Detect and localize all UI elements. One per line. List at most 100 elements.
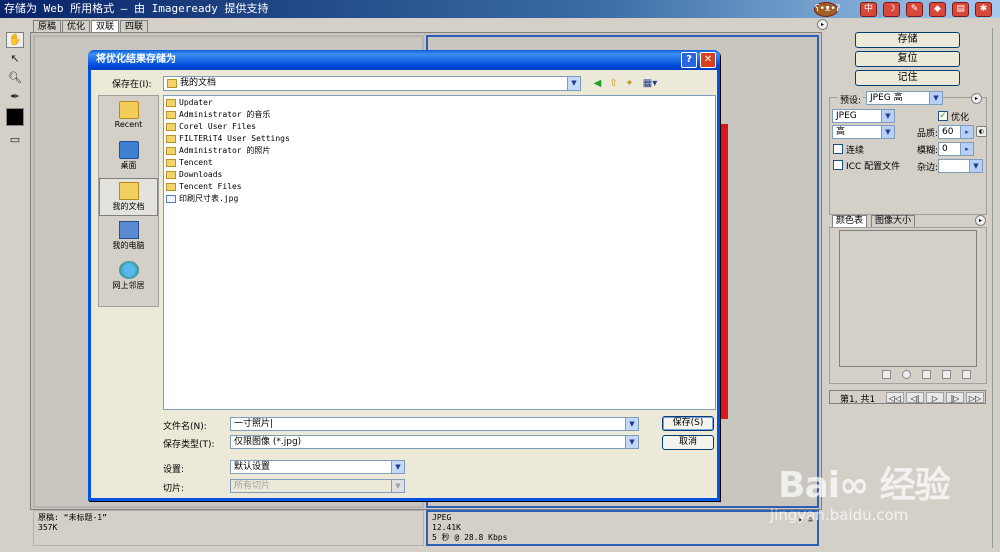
dialog-title-bar: 将优化结果存储为 ? ✕ (88, 50, 720, 70)
file-name: Downloads (179, 170, 223, 179)
file-name: Updater (179, 98, 213, 107)
network-globe-icon (118, 261, 139, 279)
icc-profile-checkbox[interactable] (833, 160, 843, 170)
list-item[interactable]: 印刷尺寸表.jpg (166, 193, 238, 205)
color-table-menu-icon[interactable]: ▸ (975, 215, 986, 226)
tool-palette: ✋ ↖ 🔍︎ ✒ ▭ (6, 32, 26, 151)
bear-button-3[interactable]: ✎ (906, 2, 923, 17)
bear-button-1[interactable]: 中 (860, 2, 877, 17)
list-item[interactable]: FILTERiT4 User Settings (166, 133, 290, 145)
quality-value: 60 (942, 127, 954, 137)
side-strip (992, 28, 1000, 548)
delete-color-icon[interactable] (962, 370, 971, 379)
place-desktop[interactable]: 桌面 (99, 138, 158, 176)
chevron-down-icon: ▼ (881, 110, 894, 122)
places-bar: Recent 桌面 我的文档 我的电脑 网上邻居 (98, 95, 159, 307)
progressive-label: 连续 (846, 146, 865, 156)
matte-select[interactable]: ▼ (938, 159, 983, 173)
list-item[interactable]: Tencent (166, 157, 213, 169)
place-network[interactable]: 网上邻居 (99, 258, 158, 296)
file-name: Tencent (179, 158, 213, 167)
folder-icon (166, 171, 176, 179)
lock-color-icon[interactable] (922, 370, 931, 379)
web-shift-icon[interactable] (902, 370, 911, 379)
save-in-select[interactable]: 我的文档 ▼ (163, 76, 581, 91)
help-icon[interactable]: ? (681, 52, 697, 68)
tab-color-table[interactable]: 颜色表 (832, 215, 868, 227)
format-select[interactable]: JPEG ▼ (832, 109, 895, 123)
first-frame-button[interactable]: ◁◁ (886, 392, 904, 403)
save-optimized-dialog: 将优化结果存储为 ? ✕ 保存在(I): 我的文档 ▼ ◀ ⇧ ✦ ▦▾ Rec… (88, 50, 720, 501)
list-item[interactable]: Administrator 的音乐 (166, 109, 270, 121)
filetype-select[interactable]: 仅限图像 (*.jpg) ▼ (230, 435, 639, 449)
bear-button-6[interactable]: ✱ (975, 2, 992, 17)
chevron-right-icon: ▸ (960, 126, 973, 138)
quality-preset-select[interactable]: 高 ▼ (832, 125, 895, 139)
list-item[interactable]: Corel User Files (166, 121, 256, 133)
optimized-info: JPEG 12.41K 5 秒 @ 28.8 Kbps ▸ ≡ (426, 510, 819, 546)
tab-image-size[interactable]: 图像大小 (871, 215, 916, 227)
list-item[interactable]: Administrator 的照片 (166, 145, 270, 157)
remember-button[interactable]: 记住 (855, 70, 960, 86)
up-folder-icon[interactable]: ⇧ (607, 77, 620, 90)
preset-select[interactable]: JPEG 高 ▼ (866, 91, 943, 105)
back-icon[interactable]: ◀ (591, 77, 604, 90)
list-item[interactable]: Tencent Files (166, 181, 242, 193)
folder-icon (166, 111, 176, 119)
play-button[interactable]: ▷ (926, 392, 944, 403)
zoom-tool-icon[interactable]: 🔍︎ (6, 70, 24, 86)
chevron-down-icon: ▼ (969, 160, 982, 172)
eyedropper-tool-icon[interactable]: ✒ (6, 89, 24, 105)
filetype-label: 保存类型(T): (163, 440, 215, 450)
dialog-title: 将优化结果存储为 (96, 54, 176, 65)
view-menu-icon[interactable]: ▦▾ (641, 77, 659, 90)
icc-profile-label: ICC 配置文件 (846, 162, 901, 172)
place-label: 我的电脑 (112, 241, 145, 250)
reset-button[interactable]: 复位 (855, 51, 960, 67)
window-title: 存储为 Web 所用格式 — 由 Imageready 提供支持 (4, 2, 269, 15)
toggle-slices-icon[interactable]: ▭ (6, 132, 24, 148)
folder-icon (166, 147, 176, 155)
eyedropper-color-swatch[interactable] (6, 108, 24, 126)
place-label: Recent (114, 120, 143, 129)
progressive-checkbox[interactable] (833, 144, 843, 154)
close-icon[interactable]: ✕ (700, 52, 716, 68)
quality-input[interactable]: 60 ▸ (938, 125, 974, 139)
new-folder-icon[interactable]: ✦ (623, 77, 636, 90)
quality-channel-icon[interactable]: ◐ (976, 126, 987, 137)
panel-menu-icon[interactable]: ▸ (817, 19, 828, 30)
quality-label: 品质: (917, 129, 939, 139)
chevron-down-icon: ▼ (391, 461, 404, 473)
recent-folder-icon (118, 101, 139, 119)
save-button[interactable]: 存储 (855, 32, 960, 48)
blur-input[interactable]: 0 ▸ (938, 142, 974, 156)
list-item[interactable]: Updater (166, 97, 213, 109)
last-frame-button[interactable]: ▷▷ (966, 392, 984, 403)
file-name: 印刷尺寸表.jpg (179, 194, 239, 203)
bear-button-5[interactable]: ▤ (952, 2, 969, 17)
place-recent[interactable]: Recent (99, 98, 158, 136)
chevron-down-icon: ▼ (391, 480, 404, 492)
list-item[interactable]: Downloads (166, 169, 222, 181)
slices-value: 所有切片 (234, 481, 271, 491)
optimize-checkbox[interactable]: ✓ (938, 111, 948, 121)
new-color-icon[interactable] (942, 370, 951, 379)
map-to-transparent-icon[interactable] (882, 370, 891, 379)
settings-select[interactable]: 默认设置 ▼ (230, 460, 405, 474)
hand-tool-icon[interactable]: ✋ (6, 32, 24, 48)
slice-select-tool-icon[interactable]: ↖ (6, 51, 24, 67)
optimize-menu-icon[interactable]: ▸ (971, 93, 982, 104)
filename-input[interactable]: 一寸照片| ▼ (230, 417, 639, 431)
place-my-documents[interactable]: 我的文档 (99, 178, 158, 216)
bear-button-2[interactable]: ☽ (883, 2, 900, 17)
computer-icon (118, 221, 139, 239)
original-info: 原稿: “未标题-1” 357K (33, 510, 424, 546)
original-file-size: 357K (38, 523, 58, 532)
baidu-jingyan-watermark: Bai∞ 经验 jingyan.baidu.com (770, 440, 970, 540)
previous-frame-button[interactable]: ◁| (906, 392, 924, 403)
place-my-computer[interactable]: 我的电脑 (99, 218, 158, 256)
save-dialog-button[interactable]: 保存(S) (662, 416, 714, 431)
cancel-button[interactable]: 取消 (662, 435, 714, 450)
bear-button-4[interactable]: ◆ (929, 2, 946, 17)
next-frame-button[interactable]: |▷ (946, 392, 964, 403)
